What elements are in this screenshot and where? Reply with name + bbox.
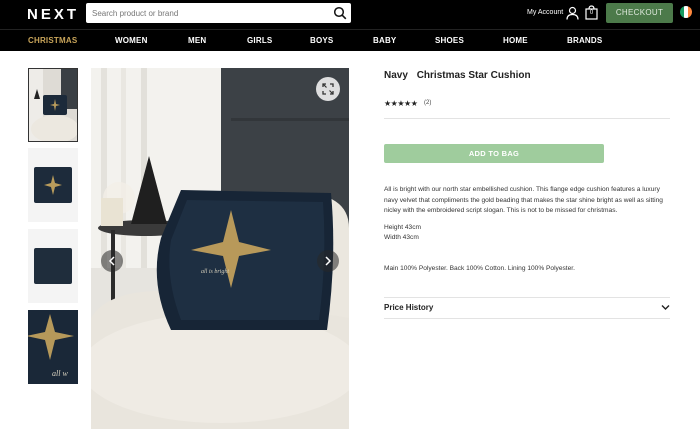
previous-image-button[interactable] (101, 250, 123, 272)
product-width: Width 43cm (384, 234, 419, 241)
thumbnail-4[interactable]: all w (28, 310, 78, 384)
nav-item-home[interactable]: HOME (503, 36, 528, 45)
divider (384, 318, 670, 319)
checkout-button[interactable]: CHECKOUT (606, 3, 673, 23)
bag-count: 0 (589, 10, 594, 16)
expand-image-button[interactable] (316, 77, 340, 101)
search-input[interactable] (92, 5, 327, 21)
search-box[interactable] (86, 3, 351, 23)
chevron-left-icon (108, 256, 115, 266)
divider (384, 297, 670, 298)
thumbnail-2[interactable] (28, 148, 78, 222)
product-color: Navy (384, 70, 408, 81)
thumbnail-3[interactable] (28, 229, 78, 303)
search-icon[interactable] (333, 6, 347, 20)
svg-text:all w: all w (52, 369, 68, 378)
nav-item-girls[interactable]: GIRLS (247, 36, 272, 45)
nav-item-women[interactable]: WOMEN (115, 36, 148, 45)
review-count[interactable]: (2) (424, 100, 431, 106)
ireland-flag-icon[interactable] (680, 6, 692, 18)
nav-item-shoes[interactable]: SHOES (435, 36, 464, 45)
product-title: Navy Christmas Star Cushion (384, 70, 531, 81)
logo[interactable]: NEXT (27, 6, 79, 23)
main-product-image[interactable]: all is bright (91, 68, 349, 429)
my-account-link[interactable]: My Account (527, 9, 563, 16)
rating-stars[interactable]: ★★★★★ (384, 99, 418, 108)
divider (384, 118, 670, 119)
price-history-toggle[interactable]: Price History (384, 303, 433, 312)
top-bar: NEXT My Account 0 CHECKOUT (0, 0, 700, 29)
nav-item-christmas[interactable]: CHRISTMAS (28, 36, 77, 45)
nav-item-baby[interactable]: BABY (373, 36, 396, 45)
add-to-bag-button[interactable]: ADD TO BAG (384, 144, 604, 163)
product-dimensions: Height 43cm Width 43cm (384, 223, 421, 243)
chevron-right-icon (325, 256, 332, 266)
nav-item-brands[interactable]: BRANDS (567, 36, 602, 45)
expand-icon (322, 83, 334, 95)
product-name: Christmas Star Cushion (416, 70, 531, 81)
product-description: All is bright with our north star embell… (384, 186, 663, 214)
nav-item-men[interactable]: MEN (188, 36, 206, 45)
next-image-button[interactable] (317, 250, 339, 272)
thumbnail-1[interactable] (28, 68, 78, 142)
nav-item-boys[interactable]: BOYS (310, 36, 333, 45)
account-icon[interactable] (566, 6, 579, 20)
chevron-down-icon[interactable] (661, 304, 670, 311)
svg-text:all is bright: all is bright (201, 269, 229, 275)
category-nav: CHRISTMAS WOMEN MEN GIRLS BOYS BABY SHOE… (0, 29, 700, 51)
product-composition: Main 100% Polyester. Back 100% Cotton. L… (384, 265, 575, 272)
product-height: Height 43cm (384, 224, 422, 231)
